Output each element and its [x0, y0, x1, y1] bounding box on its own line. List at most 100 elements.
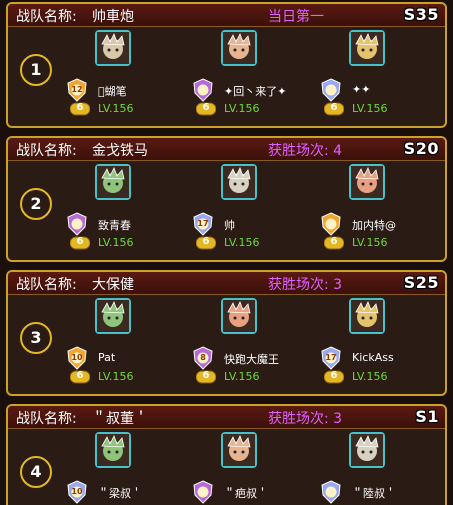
member-name: Pat: [98, 351, 116, 364]
team-member[interactable]: ✦✦ 6 LV.156: [316, 30, 445, 126]
season-tag: S20: [403, 139, 439, 158]
star-level-icon: 6: [323, 101, 345, 116]
member-name: KickAss: [352, 351, 394, 364]
member-name: ✦回丶来了✦: [224, 85, 287, 98]
member-name: ＂梁叔＇: [98, 487, 142, 500]
team-name: ＂叔董＇: [92, 411, 148, 427]
team-name: 大保健: [92, 277, 134, 293]
team-member[interactable]: 10 Pat 6 LV.156: [62, 298, 192, 394]
star-count: 6: [330, 370, 338, 381]
hero-avatar[interactable]: [221, 298, 257, 334]
rank-emblem-icon: 10: [65, 346, 89, 370]
team-card[interactable]: 战队名称: 大保健 获胜场次: 3 S25 3 10 Pat 6 LV.156 8 快跑大魔王 6 LV…: [6, 270, 447, 396]
member-name: ＂陸叔＇: [352, 487, 396, 500]
rank-badge: 1: [20, 54, 52, 86]
emblem-level: 10: [71, 487, 83, 496]
rank-emblem-icon: [319, 480, 343, 504]
team-name-label: 战队名称:: [16, 411, 77, 427]
team-name: 帅車炮: [92, 9, 134, 25]
team-header: 战队名称: ＂叔董＇ 获胜场次: 3 S1: [8, 406, 445, 429]
star-count: 6: [76, 236, 84, 247]
team-status: 获胜场次: 3: [268, 411, 343, 427]
team-card[interactable]: 战队名称: ＂叔董＇ 获胜场次: 3 S1 4 10 ＂梁叔＇ ＂疤叔＇ ＂陸叔＇: [6, 404, 447, 505]
emblem-level: 10: [71, 353, 83, 362]
member-level: LV.156: [352, 370, 388, 383]
member-level: LV.156: [224, 102, 260, 115]
team-header: 战队名称: 大保健 获胜场次: 3 S25: [8, 272, 445, 295]
rank-emblem-icon: [65, 212, 89, 236]
rank-emblem-icon: [191, 480, 215, 504]
member-level: LV.156: [224, 236, 260, 249]
rank-badge: 2: [20, 188, 52, 220]
star-level-icon: 6: [69, 369, 91, 384]
team-member[interactable]: 10 ＂梁叔＇: [62, 432, 192, 505]
hero-avatar[interactable]: [95, 432, 131, 468]
team-name-label: 战队名称:: [16, 277, 77, 293]
member-level: LV.156: [98, 102, 134, 115]
team-member[interactable]: ＂疤叔＇: [188, 432, 318, 505]
rank-emblem-icon: 12: [65, 78, 89, 102]
team-name-label: 战队名称:: [16, 9, 77, 25]
rank-emblem-icon: 8: [191, 346, 215, 370]
star-level-icon: 6: [69, 101, 91, 116]
season-tag: S25: [403, 273, 439, 292]
member-level: LV.156: [352, 102, 388, 115]
team-member[interactable]: 17 KickAss 6 LV.156: [316, 298, 445, 394]
star-count: 6: [330, 236, 338, 247]
star-level-icon: 6: [195, 101, 217, 116]
hero-avatar[interactable]: [95, 30, 131, 66]
member-name: 快跑大魔王: [224, 353, 279, 366]
member-name: 帅: [224, 219, 235, 232]
emblem-level: 17: [197, 219, 209, 228]
hero-avatar[interactable]: [221, 164, 257, 200]
hero-avatar[interactable]: [221, 432, 257, 468]
rank-emblem-icon: [191, 78, 215, 102]
member-level: LV.156: [98, 370, 134, 383]
team-member[interactable]: 17 帅 6 LV.156: [188, 164, 318, 260]
star-count: 6: [202, 102, 210, 113]
team-card[interactable]: 战队名称: 金戈铁马 获胜场次: 4 S20 2 致青春 6 LV.156 17 帅 6 LV.156…: [6, 136, 447, 262]
star-level-icon: 6: [195, 369, 217, 384]
team-member[interactable]: 12  蝴笔 6 LV.156: [62, 30, 192, 126]
emblem-level: 12: [71, 85, 83, 94]
team-status: 获胜场次: 3: [268, 277, 343, 293]
hero-avatar[interactable]: [349, 432, 385, 468]
hero-avatar[interactable]: [349, 30, 385, 66]
rank-emblem-icon: [319, 78, 343, 102]
star-count: 6: [76, 370, 84, 381]
star-level-icon: 6: [69, 235, 91, 250]
member-level: LV.156: [352, 236, 388, 249]
season-tag: S35: [403, 5, 439, 24]
star-count: 6: [330, 102, 338, 113]
member-level: LV.156: [224, 370, 260, 383]
hero-avatar[interactable]: [221, 30, 257, 66]
member-name: 加内特@: [352, 219, 396, 232]
team-member[interactable]: 致青春 6 LV.156: [62, 164, 192, 260]
team-member[interactable]: 8 快跑大魔王 6 LV.156: [188, 298, 318, 394]
rank-emblem-icon: 10: [65, 480, 89, 504]
member-level: LV.156: [98, 236, 134, 249]
member-name: ＂疤叔＇: [224, 487, 268, 500]
star-level-icon: 6: [195, 235, 217, 250]
rank-badge: 3: [20, 322, 52, 354]
team-header: 战队名称: 金戈铁马 获胜场次: 4 S20: [8, 138, 445, 161]
hero-avatar[interactable]: [95, 164, 131, 200]
star-count: 6: [202, 236, 210, 247]
hero-avatar[interactable]: [349, 164, 385, 200]
team-status: 获胜场次: 4: [268, 143, 343, 159]
team-member[interactable]: 加内特@ 6 LV.156: [316, 164, 445, 260]
star-count: 6: [76, 102, 84, 113]
star-level-icon: 6: [323, 369, 345, 384]
team-member[interactable]: ＂陸叔＇: [316, 432, 445, 505]
emblem-level: 8: [200, 353, 206, 362]
team-ranking-list: 战队名称: 帅車炮 当日第一 S35 1 12  蝴笔 6 LV.156 ✦回丶来了✦ 6 LV.15…: [0, 0, 453, 505]
hero-avatar[interactable]: [95, 298, 131, 334]
team-card[interactable]: 战队名称: 帅車炮 当日第一 S35 1 12  蝴笔 6 LV.156 ✦回丶来了✦ 6 LV.15…: [6, 2, 447, 128]
team-member[interactable]: ✦回丶来了✦ 6 LV.156: [188, 30, 318, 126]
team-name: 金戈铁马: [92, 143, 148, 159]
star-level-icon: 6: [323, 235, 345, 250]
hero-avatar[interactable]: [349, 298, 385, 334]
season-tag: S1: [415, 407, 439, 426]
rank-emblem-icon: 17: [319, 346, 343, 370]
member-name:  蝴笔: [98, 85, 127, 98]
